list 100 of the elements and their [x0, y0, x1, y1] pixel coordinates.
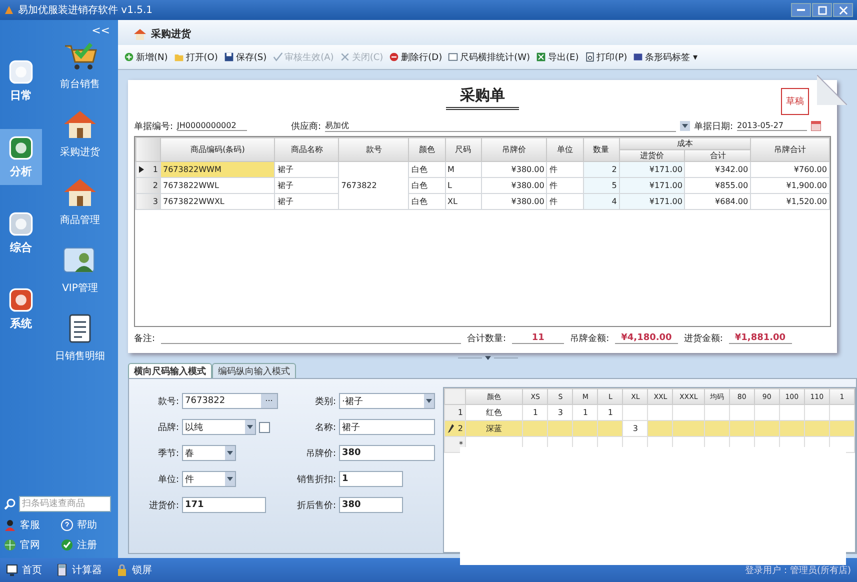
- document-tab[interactable]: 采购进货: [128, 23, 197, 45]
- row-pointer-icon: [139, 166, 144, 173]
- sidebar-link[interactable]: 帮助: [61, 518, 114, 532]
- sidebar-link[interactable]: 注册: [61, 538, 114, 552]
- minimize-button[interactable]: [791, 3, 811, 17]
- input-field[interactable]: 件: [182, 471, 236, 487]
- folder-icon: [174, 52, 184, 62]
- column-header: 颜色: [408, 138, 445, 162]
- field-value[interactable]: 易加优: [325, 120, 676, 132]
- module-button[interactable]: VIP管理: [62, 245, 98, 295]
- spreadsheet-icon: [536, 52, 546, 62]
- table-cell: ¥855.00: [684, 178, 751, 194]
- field-label: 折后售价:: [296, 500, 336, 512]
- maximize-icon: [818, 6, 826, 14]
- input-field[interactable]: 171: [182, 497, 266, 513]
- input-field[interactable]: 380: [339, 445, 435, 461]
- toolbar-button[interactable]: 新增(N): [124, 50, 168, 64]
- table-cell: ¥1,900.00: [750, 178, 830, 194]
- table-cell: ¥380.00: [481, 194, 547, 210]
- table-cell: 件: [546, 194, 584, 210]
- input-field[interactable]: 以纯: [182, 419, 256, 435]
- table-icon: [448, 52, 458, 62]
- total-value: ¥1,881.00: [728, 332, 792, 344]
- toolbar-button[interactable]: 保存(S): [224, 50, 267, 64]
- table-cell: 7673822: [338, 162, 409, 210]
- column-header: 商品编码(条码): [160, 138, 275, 162]
- total-label: 吊牌金额:: [570, 332, 610, 344]
- field-label: 款号:: [156, 396, 179, 408]
- table-cell: 白色: [408, 178, 445, 194]
- table-cell: ¥380.00: [481, 178, 547, 194]
- field-label: 品牌:: [156, 422, 179, 434]
- splitter-handle[interactable]: [458, 355, 518, 361]
- app-tile-icon: [8, 211, 34, 237]
- toolbar-button[interactable]: 条形码标签 ▾: [633, 50, 698, 64]
- column-header: 吊牌价: [481, 138, 547, 162]
- table-cell: ¥171.00: [619, 194, 685, 210]
- person-icon: [4, 519, 16, 531]
- row-header[interactable]: 3: [136, 194, 160, 210]
- field-value[interactable]: 2013-05-27: [737, 121, 807, 131]
- category-tab[interactable]: 综合: [0, 205, 42, 261]
- field-label: 类别:: [314, 396, 336, 408]
- input-field[interactable]: 春: [182, 445, 236, 461]
- toolbar-button[interactable]: 打开(O): [174, 50, 218, 64]
- input-field[interactable]: ·裙子: [339, 393, 435, 409]
- app-tile-icon: [8, 59, 34, 85]
- table-cell: 7673822WWL: [160, 178, 275, 194]
- current-row-marker[interactable]: 1: [136, 162, 160, 178]
- page-curl-drawing: [817, 75, 847, 105]
- window-title: 易加优服装进销存软件 v1.5.1: [18, 4, 153, 17]
- table-cell: XL: [445, 194, 482, 210]
- category-tab[interactable]: 系统: [0, 281, 42, 337]
- column-header: 成本: [619, 138, 751, 150]
- sidebar-link[interactable]: 客服: [4, 518, 57, 532]
- field-value[interactable]: JH0000000002: [177, 121, 248, 131]
- mode-tab[interactable]: 横向尺码输入模式: [128, 363, 212, 378]
- status-button[interactable]: 计算器: [56, 563, 102, 577]
- minimize-icon: [797, 9, 805, 11]
- help-icon: [61, 519, 73, 531]
- table-cell: 5: [583, 178, 620, 194]
- toolbar-button[interactable]: 导出(E): [536, 50, 579, 64]
- calendar-icon[interactable]: [811, 121, 821, 131]
- delete-icon: [389, 52, 400, 62]
- sidebar-link[interactable]: 官网: [4, 538, 57, 552]
- category-tab[interactable]: 日常: [0, 53, 42, 109]
- module-button[interactable]: 采购进货: [60, 109, 100, 159]
- input-field[interactable]: 7673822 ...: [182, 393, 278, 409]
- input-field[interactable]: 1: [339, 471, 403, 487]
- input-field[interactable]: 380: [339, 497, 403, 513]
- save-icon: [224, 52, 234, 62]
- search-field[interactable]: 扫条码速查商品: [19, 496, 111, 512]
- mode-tab[interactable]: 编码纵向输入模式: [212, 363, 296, 378]
- checkbox[interactable]: [259, 422, 270, 432]
- app-icon: [4, 5, 14, 15]
- toolbar-button[interactable]: 尺码横排统计(W): [448, 50, 530, 64]
- table-cell: 2: [583, 162, 620, 178]
- column-header: 尺码: [445, 138, 482, 162]
- table-cell: 白色: [408, 194, 445, 210]
- toolbar-button[interactable]: 打印(P): [584, 50, 628, 64]
- module-button[interactable]: 日销售明细: [55, 313, 105, 363]
- row-header[interactable]: 1: [444, 404, 466, 420]
- close-icon: [340, 52, 350, 62]
- toolbar-button[interactable]: 删除行(D): [389, 50, 442, 64]
- total-label: 进货金额:: [684, 332, 723, 344]
- maximize-button[interactable]: [812, 3, 832, 17]
- row-header[interactable]: 2: [444, 420, 466, 436]
- module-button[interactable]: 商品管理: [60, 177, 100, 227]
- status-button[interactable]: 锁屏: [116, 563, 152, 577]
- table-cell: 深蓝: [466, 420, 523, 436]
- close-button[interactable]: [833, 3, 853, 17]
- collapse-button[interactable]: <<: [84, 20, 118, 41]
- row-header[interactable]: 2: [136, 178, 160, 194]
- dropdown-arrow-icon[interactable]: [680, 121, 690, 131]
- house-icon: [62, 177, 98, 207]
- check-icon: [272, 52, 283, 62]
- module-button[interactable]: 前台销售: [60, 41, 100, 91]
- status-button[interactable]: 首页: [6, 563, 42, 577]
- input-field[interactable]: 裙子: [339, 419, 435, 435]
- table-cell: 白色: [408, 162, 445, 178]
- column-header: 进货价: [619, 150, 685, 162]
- table-cell: L: [445, 178, 482, 194]
